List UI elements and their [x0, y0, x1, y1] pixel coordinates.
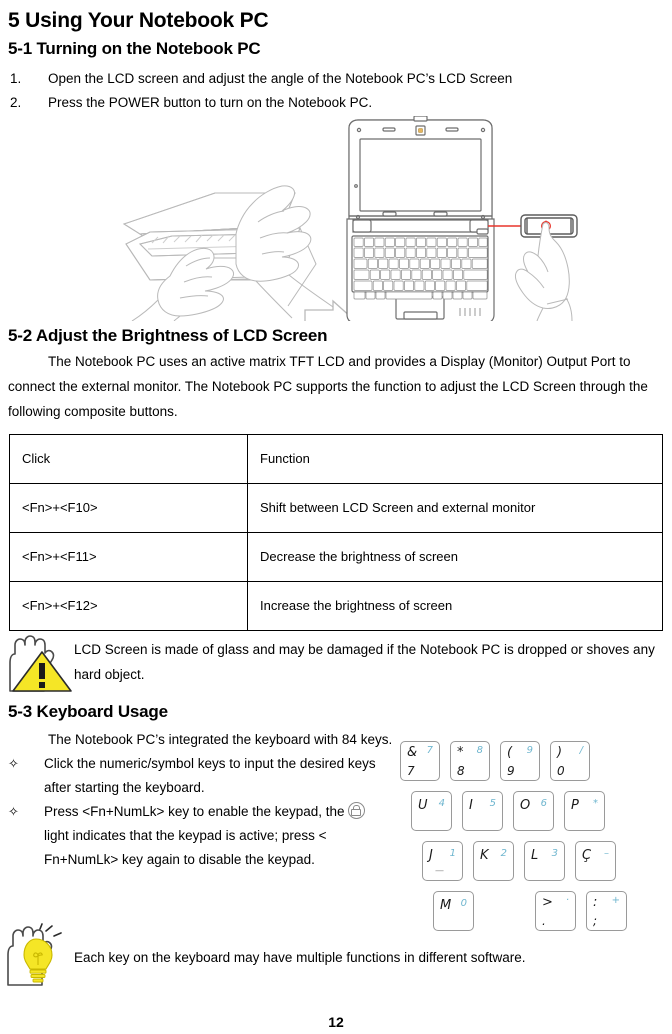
key-m: M 0 — [433, 891, 474, 931]
key-alt-label: 5 — [489, 798, 496, 809]
bullet-marker: ✧ — [8, 804, 19, 819]
table-row: <Fn>+<F11> Decrease the brightness of sc… — [9, 532, 663, 582]
key-sub-label: 9 — [507, 764, 515, 778]
key-alt-label: 7 — [426, 745, 433, 756]
page-number: 12 — [328, 1014, 344, 1030]
key-alt-label: 8 — [476, 745, 483, 756]
key-main-label: L — [531, 848, 539, 863]
numlock-indicator-icon — [347, 802, 365, 819]
key-alt-label: 2 — [500, 848, 507, 859]
key-9: ( 9 9 — [500, 741, 540, 781]
key-alt-label: – — [604, 848, 609, 859]
key-main-label: > — [542, 895, 553, 910]
key-j: J 1 — — [422, 841, 463, 881]
section-5-1-title: 5-1 Turning on the Notebook PC — [8, 39, 261, 58]
key-sub-label: 7 — [407, 764, 415, 778]
key-sub-label: 8 — [457, 764, 465, 778]
key-i: I 5 — [462, 791, 503, 831]
key-semicolon: : + ; — [586, 891, 627, 931]
key-0-slash: ) / 0 — [550, 741, 590, 781]
key-main-label: ( — [507, 745, 513, 760]
key-k: K 2 — [473, 841, 514, 881]
key-p: P * — [564, 791, 605, 831]
key-alt-label: / — [579, 745, 583, 756]
key-sub-label: . — [542, 914, 546, 928]
key-8: * 8 8 — [450, 741, 490, 781]
key-main-label: I — [469, 798, 473, 813]
cell-function: Decrease the brightness of screen — [247, 532, 663, 582]
key-main-label: M — [440, 898, 452, 913]
warning-note-text: LCD Screen is made of glass and may be d… — [74, 642, 655, 682]
bullet-text-before: Press <Fn+NumLk> key to enable the keypa… — [44, 804, 345, 819]
key-u: U 4 — [411, 791, 452, 831]
step-number: 1. — [10, 71, 22, 86]
hand-warning-triangle-icon — [2, 633, 74, 695]
table-row: <Fn>+<F10> Shift between LCD Screen and … — [9, 483, 663, 533]
section-5-1-steps: 1. Open the LCD screen and adjust the an… — [0, 68, 672, 113]
cell-shortcut: <Fn>+<F12> — [9, 581, 248, 631]
column-header-click: Click — [9, 434, 248, 484]
numeric-keypad-overlay-diagram: & 7 7 * 8 8 ( 9 9 ) / 0 U 4 I 5 O 6 P * … — [400, 741, 652, 931]
column-header-function: Function — [247, 434, 663, 484]
list-item: 2. Press the POWER button to turn on the… — [10, 92, 672, 113]
opening-laptop-and-pressing-power-illustration — [0, 115, 672, 337]
key-main-label: P — [571, 798, 579, 813]
warning-note: LCD Screen is made of glass and may be d… — [2, 633, 664, 695]
key-l: L 3 — [524, 841, 565, 881]
section-5-3-paragraph: The Notebook PC’s integrated the keyboar… — [48, 732, 393, 747]
table-row: <Fn>+<F12> Increase the brightness of sc… — [9, 581, 663, 631]
section-5-title: 5 Using Your Notebook PC — [8, 9, 269, 32]
key-sub-label: ; — [593, 914, 598, 928]
key-alt-label: 3 — [551, 848, 558, 859]
section-5-3-title: 5-3 Keyboard Usage — [8, 702, 168, 721]
key-main-label: Ç — [582, 848, 592, 863]
key-7: & 7 7 — [400, 741, 440, 781]
key-sub-label: — — [435, 866, 444, 876]
step-text: Press the POWER button to turn on the No… — [48, 95, 373, 110]
key-alt-label: 6 — [540, 798, 547, 809]
section-5-2-paragraph: The Notebook PC uses an active matrix TF… — [8, 354, 648, 419]
list-item: ✧ Click the numeric/symbol keys to input… — [8, 752, 400, 800]
key-sub-label: 0 — [557, 764, 565, 778]
section-5-3-text-column: The Notebook PC’s integrated the keyboar… — [0, 725, 400, 872]
step-number: 2. — [10, 95, 22, 110]
key-main-label: U — [418, 798, 428, 813]
bullet-marker: ✧ — [8, 756, 19, 771]
cell-function: Shift between LCD Screen and external mo… — [247, 483, 663, 533]
key-period: > · . — [535, 891, 576, 931]
bullet-text: Click the numeric/symbol keys to input t… — [44, 756, 376, 795]
key-alt-label: 0 — [460, 898, 467, 909]
key-o: O 6 — [513, 791, 554, 831]
key-main-label: O — [520, 798, 531, 813]
section-5-2-title: 5-2 Adjust the Brightness of LCD Screen — [8, 326, 328, 345]
key-main-label: K — [480, 848, 489, 863]
key-ccedilla: Ç – — [575, 841, 616, 881]
brightness-shortcut-table: Click Function <Fn>+<F10> Shift between … — [9, 434, 663, 631]
key-main-label: J — [429, 848, 433, 863]
key-alt-label: 1 — [449, 848, 456, 859]
bullet-text-after: light indicates that the keypad is activ… — [44, 828, 327, 867]
key-alt-label: + — [611, 895, 620, 906]
key-main-label: & — [407, 745, 418, 760]
tip-note: Each key on the keyboard may have multip… — [2, 923, 664, 986]
keyboard-usage-bullets: ✧ Click the numeric/symbol keys to input… — [0, 752, 400, 872]
list-item: ✧ Press <Fn+NumLk> key to enable the key… — [8, 800, 400, 872]
cell-shortcut: <Fn>+<F10> — [9, 483, 248, 533]
list-item: 1. Open the LCD screen and adjust the an… — [10, 68, 672, 89]
key-alt-label: 4 — [438, 798, 445, 809]
key-alt-label: 9 — [526, 745, 533, 756]
cell-function: Increase the brightness of screen — [247, 581, 663, 631]
section-5-3-body: The Notebook PC’s integrated the keyboar… — [0, 725, 672, 931]
bullet-text: Press <Fn+NumLk> key to enable the keypa… — [44, 800, 384, 872]
cell-shortcut: <Fn>+<F11> — [9, 532, 248, 582]
key-main-label: * — [457, 745, 464, 760]
step-text: Open the LCD screen and adjust the angle… — [48, 71, 513, 86]
hand-lightbulb-tip-icon — [2, 923, 74, 986]
key-main-label: ) — [557, 745, 563, 760]
document-page: 5 Using Your Notebook PC 5-1 Turning on … — [0, 8, 672, 1034]
key-main-label: : — [593, 895, 598, 910]
key-alt-label: · — [565, 895, 569, 906]
key-alt-label: * — [593, 798, 598, 809]
table-header-row: Click Function — [9, 434, 663, 484]
